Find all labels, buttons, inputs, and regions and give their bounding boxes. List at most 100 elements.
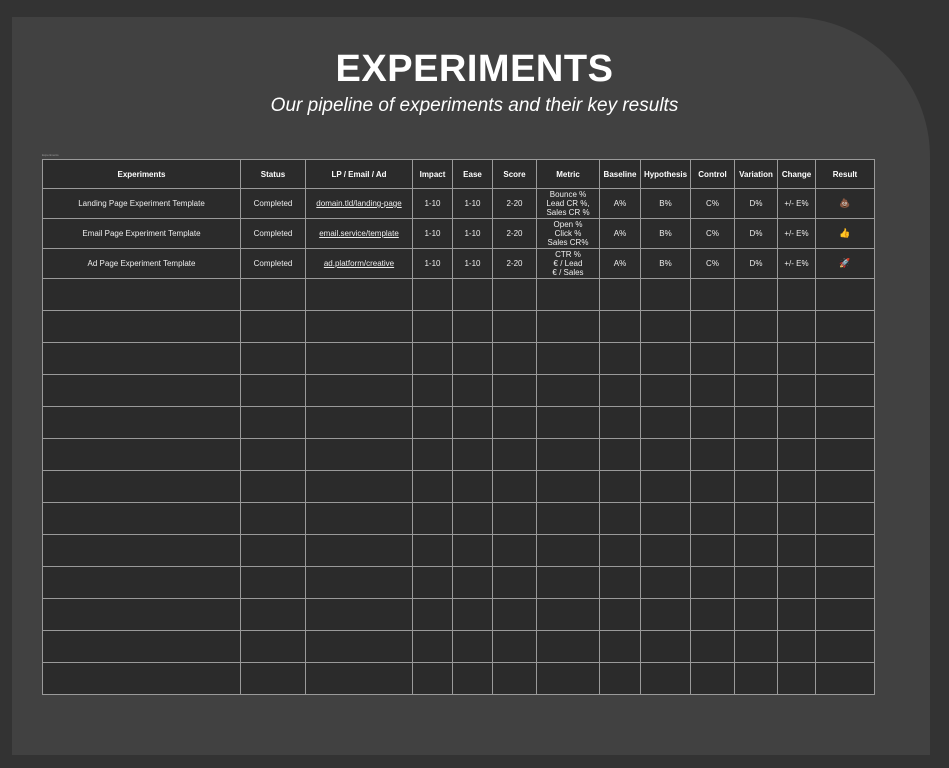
empty-cell[interactable] <box>815 406 875 439</box>
empty-cell[interactable] <box>452 566 493 599</box>
baseline-cell[interactable]: A% <box>599 188 641 219</box>
baseline-cell[interactable]: A% <box>599 248 641 279</box>
metric-cell[interactable]: Open % Click % Sales CR% <box>536 218 600 249</box>
empty-cell[interactable] <box>599 342 641 375</box>
empty-cell[interactable] <box>599 406 641 439</box>
column-header-control[interactable]: Control <box>690 159 735 189</box>
empty-cell[interactable] <box>412 598 453 631</box>
column-header-hypothesis[interactable]: Hypothesis <box>640 159 691 189</box>
empty-cell[interactable] <box>42 662 241 695</box>
empty-cell[interactable] <box>777 470 816 503</box>
empty-cell[interactable] <box>240 470 306 503</box>
empty-cell[interactable] <box>777 598 816 631</box>
variation-cell[interactable]: D% <box>734 218 778 249</box>
empty-cell[interactable] <box>536 662 600 695</box>
status-cell[interactable]: Completed <box>240 218 306 249</box>
empty-cell[interactable] <box>305 598 413 631</box>
empty-cell[interactable] <box>42 438 241 471</box>
empty-cell[interactable] <box>412 470 453 503</box>
empty-cell[interactable] <box>599 278 641 311</box>
change-cell[interactable]: +/- E% <box>777 188 816 219</box>
empty-cell[interactable] <box>305 502 413 535</box>
empty-cell[interactable] <box>305 438 413 471</box>
empty-cell[interactable] <box>452 406 493 439</box>
ease-cell[interactable]: 1-10 <box>452 248 493 279</box>
empty-cell[interactable] <box>536 310 600 343</box>
empty-cell[interactable] <box>305 470 413 503</box>
hypothesis-cell[interactable]: B% <box>640 218 691 249</box>
experiment-name-cell[interactable]: Landing Page Experiment Template <box>42 188 241 219</box>
empty-cell[interactable] <box>412 566 453 599</box>
empty-cell[interactable] <box>492 278 537 311</box>
empty-cell[interactable] <box>640 278 691 311</box>
empty-cell[interactable] <box>599 534 641 567</box>
column-header-change[interactable]: Change <box>777 159 816 189</box>
empty-cell[interactable] <box>640 630 691 663</box>
empty-cell[interactable] <box>777 374 816 407</box>
column-header-experiments[interactable]: Experiments <box>42 159 241 189</box>
empty-cell[interactable] <box>412 502 453 535</box>
column-header-impact[interactable]: Impact <box>412 159 453 189</box>
empty-cell[interactable] <box>412 534 453 567</box>
empty-cell[interactable] <box>240 566 306 599</box>
empty-cell[interactable] <box>452 438 493 471</box>
empty-cell[interactable] <box>777 342 816 375</box>
impact-cell[interactable]: 1-10 <box>412 218 453 249</box>
empty-cell[interactable] <box>690 438 735 471</box>
empty-cell[interactable] <box>42 310 241 343</box>
empty-cell[interactable] <box>412 374 453 407</box>
empty-cell[interactable] <box>305 278 413 311</box>
empty-cell[interactable] <box>412 278 453 311</box>
empty-cell[interactable] <box>492 438 537 471</box>
empty-cell[interactable] <box>777 662 816 695</box>
empty-cell[interactable] <box>305 630 413 663</box>
empty-cell[interactable] <box>734 342 778 375</box>
change-cell[interactable]: +/- E% <box>777 248 816 279</box>
empty-cell[interactable] <box>815 438 875 471</box>
empty-cell[interactable] <box>815 278 875 311</box>
empty-cell[interactable] <box>42 342 241 375</box>
empty-cell[interactable] <box>599 310 641 343</box>
control-cell[interactable]: C% <box>690 218 735 249</box>
empty-cell[interactable] <box>452 310 493 343</box>
empty-cell[interactable] <box>599 470 641 503</box>
empty-cell[interactable] <box>640 566 691 599</box>
hypothesis-cell[interactable]: B% <box>640 188 691 219</box>
empty-cell[interactable] <box>42 598 241 631</box>
empty-cell[interactable] <box>599 438 641 471</box>
metric-cell[interactable]: CTR % € / Lead € / Sales <box>536 248 600 279</box>
score-cell[interactable]: 2-20 <box>492 248 537 279</box>
ease-cell[interactable]: 1-10 <box>452 188 493 219</box>
experiment-name-cell[interactable]: Ad Page Experiment Template <box>42 248 241 279</box>
empty-cell[interactable] <box>536 598 600 631</box>
empty-cell[interactable] <box>640 438 691 471</box>
empty-cell[interactable] <box>690 534 735 567</box>
empty-cell[interactable] <box>492 374 537 407</box>
empty-cell[interactable] <box>412 310 453 343</box>
empty-cell[interactable] <box>42 534 241 567</box>
empty-cell[interactable] <box>536 470 600 503</box>
empty-cell[interactable] <box>640 374 691 407</box>
experiment-name-cell[interactable]: Email Page Experiment Template <box>42 218 241 249</box>
empty-cell[interactable] <box>536 374 600 407</box>
control-cell[interactable]: C% <box>690 188 735 219</box>
empty-cell[interactable] <box>690 630 735 663</box>
ease-cell[interactable]: 1-10 <box>452 218 493 249</box>
empty-cell[interactable] <box>452 470 493 503</box>
empty-cell[interactable] <box>492 534 537 567</box>
empty-cell[interactable] <box>815 566 875 599</box>
empty-cell[interactable] <box>777 534 816 567</box>
empty-cell[interactable] <box>536 438 600 471</box>
result-cell[interactable]: 👍 <box>815 218 875 249</box>
empty-cell[interactable] <box>492 662 537 695</box>
empty-cell[interactable] <box>734 630 778 663</box>
empty-cell[interactable] <box>240 310 306 343</box>
empty-cell[interactable] <box>640 502 691 535</box>
empty-cell[interactable] <box>492 342 537 375</box>
empty-cell[interactable] <box>640 662 691 695</box>
empty-cell[interactable] <box>305 566 413 599</box>
empty-cell[interactable] <box>240 534 306 567</box>
empty-cell[interactable] <box>734 502 778 535</box>
column-header-result[interactable]: Result <box>815 159 875 189</box>
empty-cell[interactable] <box>734 566 778 599</box>
